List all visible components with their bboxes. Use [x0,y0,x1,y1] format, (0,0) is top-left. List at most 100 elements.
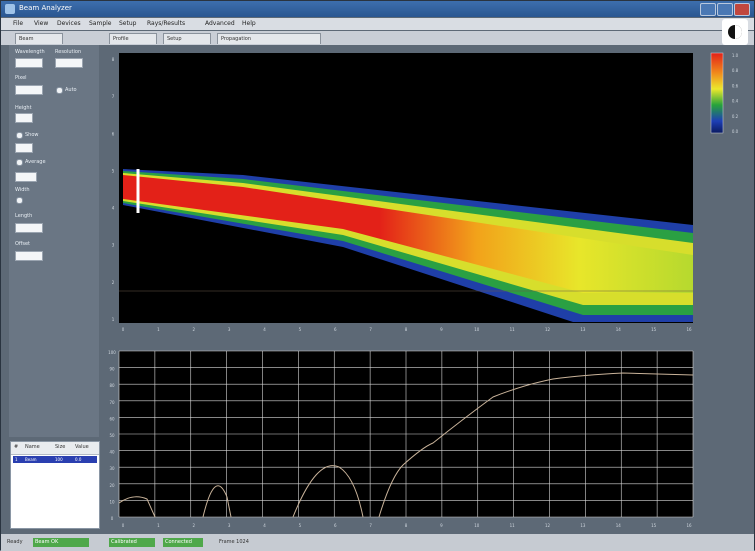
field-resolution[interactable] [55,58,83,68]
x-tick-label: 10 [474,327,480,332]
x-tick-label: 9 [440,523,443,528]
y-tick-label: 90 [109,367,115,372]
colorbar [710,52,724,134]
auto-checkbox[interactable] [56,87,63,94]
colorbar-tick-label: 1.0 [732,53,739,58]
status-segment: Beam OK [33,538,89,547]
y-tick-label: 20 [109,483,115,488]
table-cell: 100 [55,457,63,462]
y-tick-label: 7 [112,94,115,99]
x-tick-label: 0 [122,523,125,528]
x-tick-label: 7 [369,523,372,528]
x-axis-ticks: 0 1 2 3 4 5 6 7 8 9 10 11 12 13 14 15 16 [122,327,692,332]
y-tick-label: 70 [109,400,115,405]
minimize-button[interactable] [700,3,716,16]
y-axis-ticks: 8 7 6 5 4 3 2 1 [112,57,115,322]
label-height: Height [15,105,32,111]
table-header: # Name Size Value [11,442,99,455]
field-width[interactable] [15,172,37,182]
field-length[interactable] [15,223,43,233]
y-tick-label: 6 [112,131,115,136]
close-button[interactable] [734,3,750,16]
settings-panel: Wavelength Resolution Pixel Auto Height … [9,45,99,437]
colorbar-ticks: 1.0 0.8 0.6 0.4 0.2 0.0 [732,53,739,134]
colorbar-tick-label: 0.2 [732,114,739,119]
y-tick-label: 30 [109,466,115,471]
y-tick-label: 10 [109,499,115,504]
x-tick-label: 11 [510,523,516,528]
y-tick-label: 3 [112,243,115,248]
x-tick-label: 5 [299,327,302,332]
menu-setup[interactable]: Setup [119,20,136,27]
y-tick-label: 0 [111,516,114,521]
menu-advanced[interactable]: Advanced [205,20,235,27]
results-table: # Name Size Value 1 Beam 100 0.0 [10,441,100,529]
x-tick-label: 15 [651,523,657,528]
x-tick-label: 16 [686,327,692,332]
table-row[interactable]: 1 Beam 100 0.0 [13,456,97,463]
y-tick-label: 60 [109,416,115,421]
field-offset[interactable] [15,143,33,153]
table-cell: Beam [25,457,37,462]
x-tick-label: 6 [334,523,337,528]
menu-devices[interactable]: Devices [57,20,81,27]
show-checkbox-label: Show [25,132,39,138]
menu-help[interactable]: Help [242,20,256,27]
beam-intensity-plot[interactable]: 0 1 2 3 4 5 6 7 8 9 10 11 12 13 14 15 16 87654321 1.00.8… [103,47,753,337]
tab-propagation[interactable]: Propagation [217,33,321,44]
tab-strip: Beam Profile Setup Propagation [1,31,754,45]
x-tick-label: 5 [299,523,302,528]
average-checkbox[interactable] [16,159,23,166]
field-height[interactable] [15,113,33,123]
maximize-button[interactable] [717,3,733,16]
label-width: Width [15,187,30,193]
y-tick-label: 4 [112,206,115,211]
menu-rays-results[interactable]: Rays/Results [147,20,185,27]
column-header[interactable]: Size [55,444,65,450]
x-tick-label: 0 [122,327,125,332]
label-pixel: Pixel [15,75,27,81]
auto-checkbox-label: Auto [65,87,77,93]
label-offset: Offset [15,241,31,247]
column-header[interactable]: # [14,444,18,450]
y-tick-label: 1 [112,317,115,322]
profile-plot[interactable]: 0 1 2 3 4 5 6 7 8 9 10 11 12 13 14 15 16 100908070605040… [103,347,753,533]
x-tick-label: 16 [686,523,692,528]
x-tick-label: 14 [616,327,622,332]
field-wavelength[interactable] [15,58,43,68]
table-cell: 1 [15,457,18,462]
x-tick-label: 13 [580,523,586,528]
tab-beam[interactable]: Beam [15,33,63,44]
tab-profile[interactable]: Profile [109,33,157,44]
label-wavelength: Wavelength [15,49,45,55]
menu-file[interactable]: File [13,20,23,27]
x-tick-label: 1 [157,327,160,332]
x-tick-label: 14 [616,523,622,528]
main-window: Beam Analyzer File View Devices Sample S… [0,0,755,551]
tab-setup[interactable]: Setup [163,33,211,44]
field-pixel[interactable] [15,85,43,95]
y-tick-label: 100 [108,350,116,355]
x-tick-label: 12 [545,523,551,528]
app-icon [5,4,15,14]
menu-sample[interactable]: Sample [89,20,112,27]
show-checkbox[interactable] [16,132,23,139]
x-tick-label: 7 [369,327,372,332]
status-label: Ready [7,539,23,545]
x-tick-label: 12 [545,327,551,332]
column-header[interactable]: Name [25,444,40,450]
average-checkbox-label: Average [25,159,46,165]
x-tick-label: 4 [263,523,266,528]
colorbar-tick-label: 0.4 [732,99,739,104]
x-tick-label: 6 [334,327,337,332]
x-tick-label: 4 [263,327,266,332]
label-resolution: Resolution [55,49,82,55]
title-bar[interactable]: Beam Analyzer [1,1,754,17]
option-radio[interactable] [16,197,23,204]
y-tick-label: 40 [109,450,115,455]
column-header[interactable]: Value [75,444,89,450]
field-extra[interactable] [15,251,43,261]
x-tick-label: 13 [580,327,586,332]
menu-view[interactable]: View [34,20,48,27]
x-tick-label: 1 [157,523,160,528]
